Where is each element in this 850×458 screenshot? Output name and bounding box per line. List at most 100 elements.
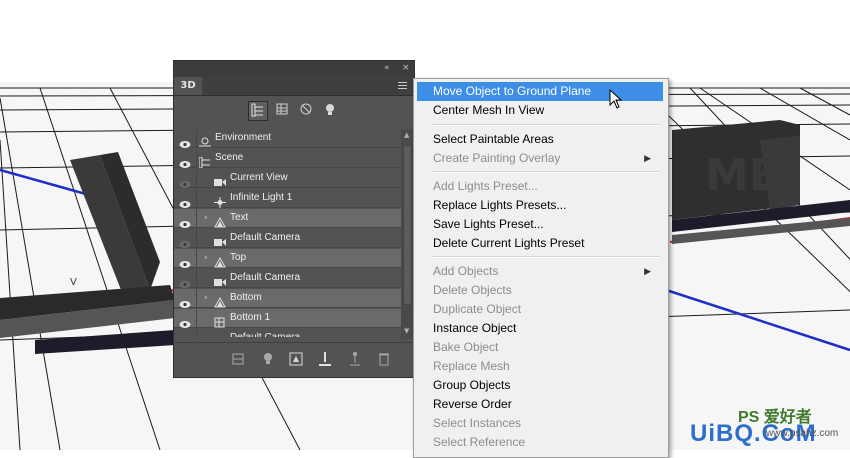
tree-row[interactable]: › Text — [174, 209, 401, 228]
menu-item-label: Bake Object — [433, 340, 499, 354]
eye-icon[interactable] — [179, 254, 191, 268]
menu-item-center-mesh-in-view[interactable]: Center Mesh In View — [417, 101, 663, 120]
scene-tree: Environment Scene Current View Infinite Lig… — [174, 129, 401, 337]
tree-row-label: Default Camera — [230, 272, 301, 283]
mesh-icon — [214, 253, 226, 268]
tree-row[interactable]: Bottom 1 — [174, 309, 401, 328]
menu-item-delete-objects: Delete Objects — [417, 281, 663, 300]
tree-row[interactable]: Current View — [174, 169, 401, 188]
menu-item-label: Replace Mesh — [433, 359, 510, 373]
delete-icon[interactable] — [376, 351, 392, 367]
tree-row-label: Text — [230, 212, 249, 223]
panel-tab-row: 3D — [174, 77, 414, 96]
menu-item-select-reference: Select Reference — [417, 433, 663, 452]
tree-row[interactable]: › Bottom — [174, 289, 401, 308]
menu-item-instance-object[interactable]: Instance Object — [417, 319, 663, 338]
tree-row-label: Top — [230, 252, 247, 263]
menu-item-bake-object: Bake Object — [417, 338, 663, 357]
expand-chevron-icon[interactable]: › — [204, 213, 208, 223]
tab-3d[interactable]: 3D — [174, 77, 202, 95]
menu-item-label: Delete Current Lights Preset — [433, 236, 585, 250]
menu-item-label: Center Mesh In View — [433, 103, 545, 117]
menu-item-delete-current-lights-preset[interactable]: Delete Current Lights Preset — [417, 234, 663, 253]
eye-hidden-icon[interactable] — [179, 274, 191, 288]
menu-item-label: Select Instances — [433, 416, 522, 430]
material-filter-icon[interactable] — [296, 101, 316, 121]
menu-item-label: Select Reference — [433, 435, 526, 449]
light-filter-icon[interactable] — [320, 101, 340, 121]
scroll-up-icon[interactable]: ▲ — [404, 131, 409, 139]
submenu-arrow-icon: ▶ — [644, 266, 651, 276]
panel-bottom-toolbar — [174, 342, 414, 379]
bottom-mesh-icon — [214, 313, 226, 328]
menu-item-group-objects[interactable]: Group Objects — [417, 376, 663, 395]
tree-row[interactable]: Default Camera — [174, 329, 401, 337]
eye-hidden-icon[interactable] — [179, 234, 191, 248]
eye-icon[interactable] — [179, 314, 191, 328]
tree-row[interactable]: Default Camera — [174, 229, 401, 248]
eye-icon[interactable] — [179, 214, 191, 228]
add-constraint-icon[interactable] — [347, 351, 363, 367]
drop-to-ground-icon[interactable] — [317, 351, 333, 367]
eye-icon[interactable] — [179, 154, 191, 168]
scroll-down-icon[interactable]: ▼ — [404, 327, 409, 335]
submenu-arrow-icon: ▶ — [644, 153, 651, 163]
render-icon[interactable] — [288, 351, 304, 367]
tree-row[interactable]: Scene — [174, 149, 401, 169]
menu-item-add-lights-preset: Add Lights Preset... — [417, 177, 663, 196]
add-mesh-icon[interactable] — [230, 351, 246, 367]
camera-icon — [214, 233, 226, 246]
mesh-icon — [214, 213, 226, 228]
scene-icon — [198, 153, 211, 169]
menu-item-add-objects: Add Objects ▶ — [417, 262, 663, 281]
scrollbar-thumb[interactable] — [403, 145, 412, 305]
tree-row-label: Environment — [215, 132, 272, 143]
menu-separator — [432, 171, 660, 173]
tree-row-label: Default Camera — [230, 332, 300, 337]
menu-item-label: Save Lights Preset... — [433, 217, 544, 231]
camera-icon — [214, 333, 226, 337]
menu-item-create-painting-overlay: Create Painting Overlay ▶ — [417, 149, 663, 168]
menu-item-move-object-to-ground-plane[interactable]: Move Object to Ground Plane — [417, 82, 663, 101]
camera-icon — [214, 173, 226, 186]
tree-row-label: Bottom — [230, 292, 262, 303]
panel-title-bar[interactable]: « × — [174, 61, 414, 77]
camera-icon — [214, 273, 226, 286]
infinite-light-icon — [214, 193, 226, 208]
eye-icon[interactable] — [179, 134, 191, 148]
add-light-icon[interactable] — [260, 351, 276, 367]
mouse-cursor-icon — [609, 89, 623, 109]
mesh-filter-icon[interactable] — [272, 101, 292, 121]
tree-row[interactable]: Infinite Light 1 — [174, 189, 401, 208]
eye-hidden-icon[interactable] — [179, 334, 191, 337]
eye-icon[interactable] — [179, 294, 191, 308]
filter-bar — [174, 97, 414, 125]
panel-menu-icon[interactable] — [398, 82, 407, 91]
tree-row-label: Bottom 1 — [230, 312, 271, 323]
menu-item-replace-lights-presets[interactable]: Replace Lights Presets... — [417, 196, 663, 215]
tree-row-label: Current View — [230, 172, 288, 183]
expand-chevron-icon[interactable]: › — [204, 293, 208, 303]
scene-letter-v: V — [70, 277, 77, 288]
watermark-url: www.psahz.com — [766, 428, 839, 439]
eye-icon[interactable] — [179, 194, 191, 208]
menu-item-label: Add Objects — [433, 264, 499, 278]
tree-row[interactable]: Environment — [174, 129, 401, 148]
menu-item-label: Reverse Order — [433, 397, 512, 411]
close-panel-button[interactable]: × — [402, 63, 410, 74]
collapse-panel-button[interactable]: « — [384, 63, 390, 74]
menu-item-select-paintable-areas[interactable]: Select Paintable Areas — [417, 130, 663, 149]
menu-item-save-lights-preset[interactable]: Save Lights Preset... — [417, 215, 663, 234]
menu-separator — [432, 124, 660, 126]
menu-item-replace-mesh: Replace Mesh — [417, 357, 663, 376]
menu-item-label: Move Object to Ground Plane — [433, 84, 592, 98]
menu-item-label: Create Painting Overlay — [433, 151, 561, 165]
tree-row[interactable]: › Top — [174, 249, 401, 268]
tree-row[interactable]: Default Camera — [174, 269, 401, 288]
eye-hidden-icon[interactable] — [179, 174, 191, 188]
expand-chevron-icon[interactable]: › — [204, 253, 208, 263]
scene-filter-icon[interactable] — [248, 101, 268, 121]
3d-panel: « × 3D Environment Scene Current View Infin… — [173, 60, 415, 378]
menu-item-label: Replace Lights Presets... — [433, 198, 567, 212]
menu-item-reverse-order[interactable]: Reverse Order — [417, 395, 663, 414]
